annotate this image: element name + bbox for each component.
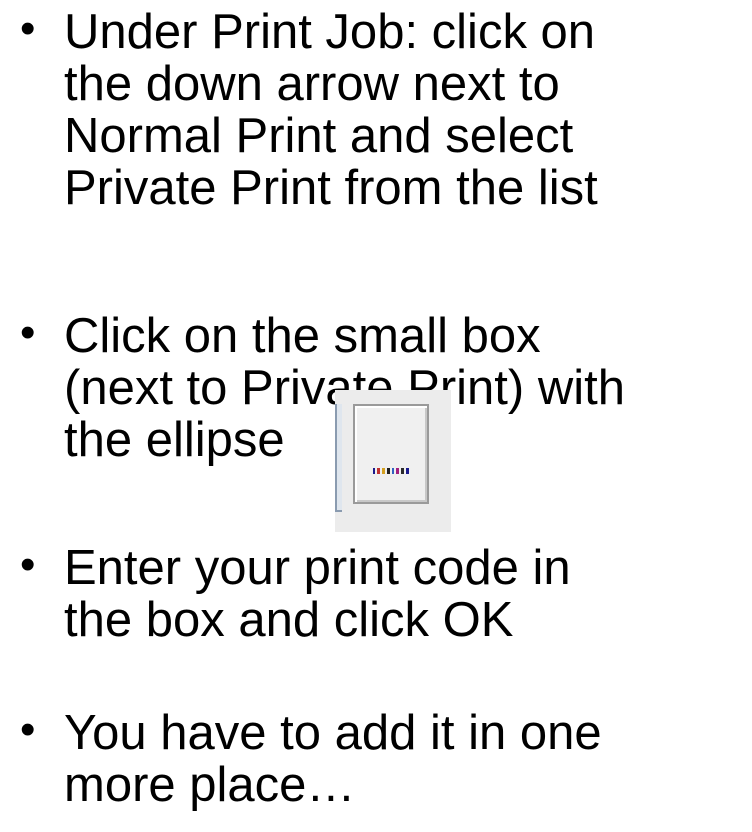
bullet-line: the down arrow next to <box>64 57 560 111</box>
ellipsis-dot <box>386 468 390 474</box>
bullet-marker: • <box>20 4 36 53</box>
bullet-line: Private Print from the list <box>64 161 598 215</box>
ellipsis-dot <box>372 468 376 474</box>
bullet-text: You have to add it in one more place… <box>64 707 752 811</box>
bullet-marker: • <box>20 705 36 754</box>
bullet-line: Click on the small box <box>64 309 541 363</box>
bullet-text: Under Print Job: click on the down arrow… <box>64 6 752 214</box>
slide: • Under Print Job: click on the down arr… <box>0 0 752 832</box>
ellipsis-dot <box>396 468 400 474</box>
ellipsis-button[interactable] <box>334 390 451 532</box>
bullet-line: the ellipse <box>64 390 752 532</box>
bullet-line: You have to add it in one <box>64 706 602 760</box>
ellipsis-dot <box>401 468 404 474</box>
bullet-line-text: the ellipse <box>64 413 285 467</box>
bullet-text: Click on the small box (next to Private … <box>64 309 752 532</box>
ellipsis-dot <box>382 468 385 474</box>
ellipsis-dot <box>377 468 381 474</box>
ellipsis-dot <box>391 468 395 474</box>
bullet-line: the box and click OK <box>64 593 514 647</box>
bullet-marker: • <box>20 308 36 357</box>
bullet-line: Enter your print code in <box>64 541 571 595</box>
bullet-text: Enter your print code in the box and cli… <box>64 542 752 646</box>
ellipsis-box[interactable] <box>352 404 429 504</box>
field-edge <box>334 404 342 512</box>
ellipsis-icon <box>372 468 409 474</box>
bullet-line: Under Print Job: click on <box>64 5 596 59</box>
bullet-marker: • <box>20 540 36 589</box>
bullet-line: more place… <box>64 758 356 812</box>
ellipsis-dot <box>405 468 409 474</box>
bullet-line: Normal Print and select <box>64 109 574 163</box>
